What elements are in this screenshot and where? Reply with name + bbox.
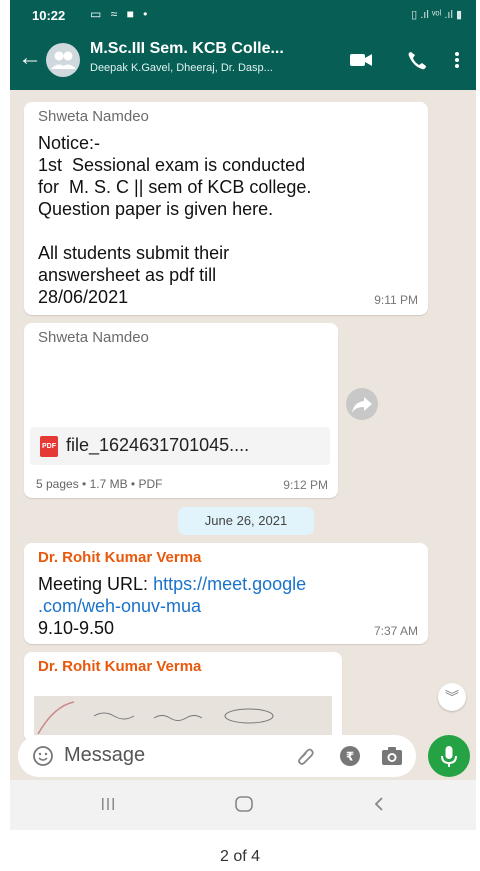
signal-battery-icons: ▯ .ıl ᵛᵒˡ .ıl ▮ (411, 9, 462, 21)
chat-area[interactable]: Shweta Namdeo Notice:- 1st Sessional exa… (10, 90, 476, 742)
handwriting-image (37, 701, 274, 735)
file-message-bubble[interactable]: Shweta Namdeo PDF file_1624631701045....… (24, 323, 338, 498)
phone-screen: 10:22 ▭ ≈ ■ • ▯ .ıl ᵛᵒˡ .ıl ▮ ← M.Sc.III… (10, 0, 476, 830)
meeting-time-text: 9.10-9.50 (38, 618, 115, 638)
message-input[interactable]: Message (64, 744, 145, 767)
meeting-link-part2[interactable]: .com/weh-onuv-mua (38, 595, 201, 617)
message-bubble[interactable]: Shweta Namdeo Notice:- 1st Sessional exa… (24, 102, 428, 315)
file-attachment[interactable]: PDF file_1624631701045.... (30, 427, 330, 465)
scroll-down-icon[interactable]: ︾ (438, 683, 466, 711)
page-indicator: 2 of 4 (219, 848, 261, 865)
meeting-link-part1[interactable]: https://meet.google (153, 574, 306, 594)
status-bar: 10:22 ▭ ≈ ■ • ▯ .ıl ᵛᵒˡ .ıl ▮ (10, 0, 476, 30)
message-time: 7:37 AM (373, 624, 418, 638)
video-call-icon[interactable] (348, 48, 374, 72)
file-name[interactable]: file_1624631701045.... (66, 435, 249, 456)
meeting-label: Meeting URL: (38, 574, 154, 594)
emoji-icon[interactable] (32, 745, 54, 767)
image-message-bubble[interactable]: Dr. Rohit Kumar Verma (24, 652, 342, 742)
message-text: Meeting URL: https://meet.google (38, 573, 306, 595)
chat-participants[interactable]: Deepak K.Gavel, Dheeraj, Dr. Dasp... (90, 62, 340, 74)
chat-title[interactable]: M.Sc.III Sem. KCB Colle... (90, 40, 340, 58)
chat-header: ← M.Sc.III Sem. KCB Colle... Deepak K.Ga… (10, 30, 476, 90)
notification-icons: ▭ ≈ ■ • (90, 7, 151, 21)
file-meta: 5 pages • 1.7 MB • PDF (36, 477, 163, 491)
camera-icon[interactable] (380, 745, 404, 767)
mic-button[interactable] (428, 735, 470, 777)
payment-icon[interactable]: ₹ (338, 744, 362, 768)
message-input-bar[interactable]: Message ₹ (18, 735, 416, 777)
message-time: 9:11 PM (374, 293, 418, 307)
attach-icon[interactable] (294, 745, 316, 767)
back-arrow-icon[interactable]: ← (18, 44, 42, 72)
recents-icon[interactable] (100, 796, 116, 812)
date-divider: June 26, 2021 (178, 507, 314, 535)
message-sender: Dr. Rohit Kumar Verma (38, 549, 202, 566)
message-text: Notice:- 1st Sessional exam is conducted… (38, 133, 312, 307)
mic-icon (441, 746, 457, 767)
svg-text:₹: ₹ (346, 750, 354, 764)
status-time: 10:22 (32, 8, 66, 23)
group-avatar-icon[interactable] (46, 43, 80, 77)
phone-call-icon[interactable] (404, 48, 430, 72)
image-preview[interactable] (34, 696, 332, 736)
home-icon[interactable] (234, 795, 254, 813)
message-time: 9:12 PM (283, 478, 328, 492)
forward-icon[interactable] (346, 388, 378, 420)
back-nav-icon[interactable] (372, 795, 386, 813)
more-vert-icon[interactable] (450, 48, 464, 72)
pdf-icon: PDF (40, 436, 58, 457)
message-bubble[interactable]: Dr. Rohit Kumar Verma Meeting URL: https… (24, 543, 428, 644)
system-nav-bar (10, 780, 476, 830)
message-sender: Dr. Rohit Kumar Verma (38, 658, 202, 675)
message-sender: Shweta Namdeo (38, 108, 149, 125)
message-sender: Shweta Namdeo (38, 329, 149, 346)
